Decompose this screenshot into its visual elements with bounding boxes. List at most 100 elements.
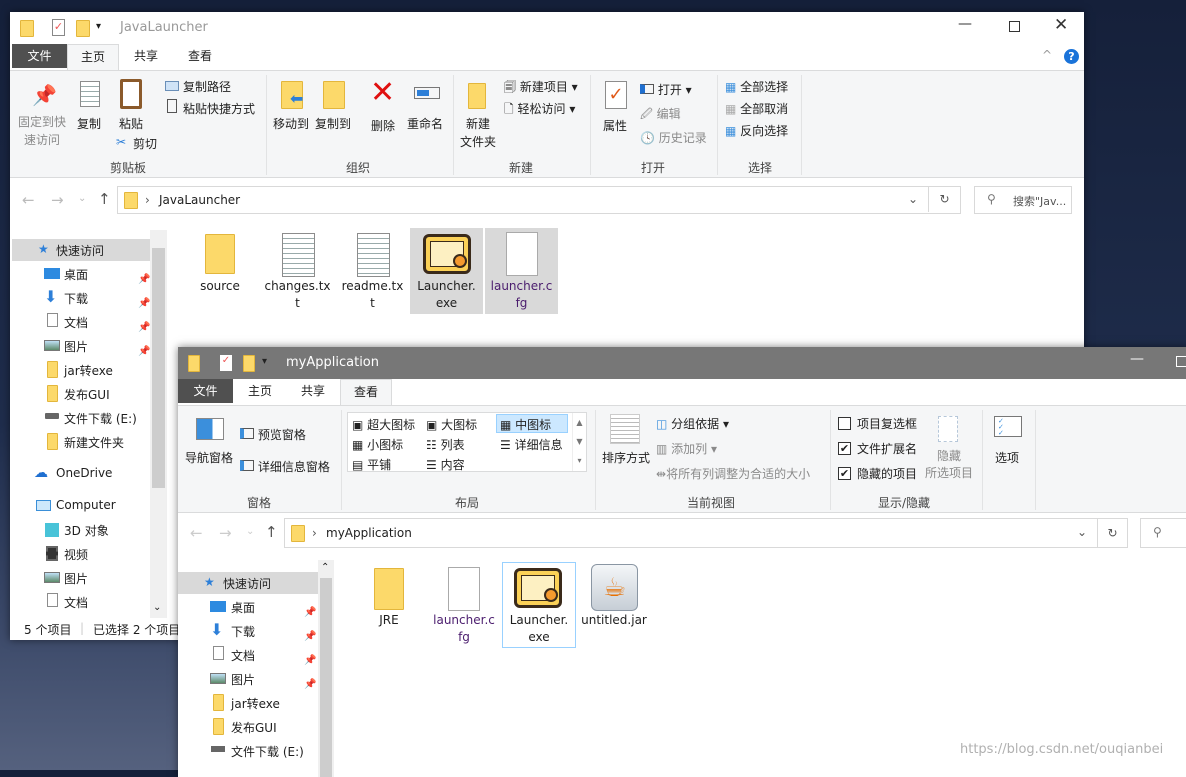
layout-details[interactable]: ☰ 详细信息 [500, 436, 563, 453]
new-folder-quick-icon[interactable] [76, 20, 90, 37]
gallery-scroll[interactable]: ▲ ▼ ▾ [572, 413, 586, 471]
up-button[interactable]: ↑ [265, 523, 278, 541]
sidebar-item-quick-access[interactable]: 快速访问 [56, 242, 104, 259]
file-item-launcher-cfg[interactable]: launcher.c fg [427, 612, 501, 646]
minimize-button[interactable]: — [958, 16, 972, 32]
collapse-ribbon-icon[interactable]: ^ [1042, 48, 1052, 62]
item-checkboxes-checkbox[interactable] [838, 417, 851, 430]
address-bar[interactable]: › myApplication ⌄ ↻ [284, 518, 1128, 548]
move-to-button[interactable]: 移动到 [273, 115, 309, 132]
layout-large-icons[interactable]: ▣ 大图标 [426, 416, 477, 433]
file-item-source[interactable]: source [185, 278, 255, 295]
customize-toolbar-icon[interactable]: ▾ [262, 356, 267, 367]
copy-to-button[interactable]: 复制到 [315, 115, 351, 132]
cut-button[interactable]: 剪切 [133, 135, 157, 152]
address-dropdown-icon[interactable]: ⌄ [1077, 525, 1087, 539]
file-extensions-label[interactable]: 文件扩展名 [857, 440, 917, 457]
sidebar-item-pictures[interactable]: 图片 [64, 338, 88, 355]
sidebar-item-quick-access[interactable]: 快速访问 [223, 575, 271, 592]
sort-by-button[interactable]: 排序方式 [602, 449, 650, 466]
file-item-jre[interactable]: JRE [352, 612, 426, 629]
file-item-launcher-exe[interactable]: Launcher. exe [410, 278, 483, 312]
customize-toolbar-icon[interactable]: ▾ [96, 21, 101, 32]
nav-scrollbar[interactable]: ⌃ [318, 560, 334, 777]
add-columns-button[interactable]: ▥ 添加列 ▾ [656, 440, 717, 457]
sidebar-item-publish-gui[interactable]: 发布GUI [231, 719, 277, 736]
file-item-untitled-jar[interactable]: untitled.jar [577, 612, 651, 629]
file-item-launcher-cfg[interactable]: launcher.c fg [485, 278, 558, 312]
properties-quick-icon[interactable]: ✓ [220, 355, 232, 371]
tab-file[interactable]: 文件 [178, 379, 233, 403]
sidebar-item-documents[interactable]: 文档 [231, 647, 255, 664]
maximize-button[interactable] [1176, 356, 1186, 367]
sidebar-item-3d-objects[interactable]: 3D 对象 [64, 522, 109, 539]
delete-button[interactable]: 删除 [371, 117, 395, 134]
address-dropdown-icon[interactable]: ⌄ [908, 192, 918, 206]
preview-pane-button[interactable]: 预览窗格 [240, 426, 306, 443]
easy-access-button[interactable]: 🗋 轻松访问 ▾ [504, 100, 575, 121]
refresh-button[interactable]: ↻ [1097, 519, 1127, 547]
paste-button[interactable]: 粘贴 [119, 115, 143, 132]
sidebar-item-jar2exe[interactable]: jar转exe [64, 362, 113, 379]
address-bar[interactable]: › JavaLauncher ⌄ ↻ [117, 186, 961, 214]
back-button[interactable]: ← [22, 191, 35, 209]
sidebar-item-jar2exe[interactable]: jar转exe [231, 695, 280, 712]
layout-tiles[interactable]: ▤ 平铺 [352, 456, 391, 473]
sidebar-item-computer[interactable]: Computer [56, 498, 116, 512]
tab-share[interactable]: 共享 [293, 379, 333, 403]
copy-button[interactable]: 复制 [77, 115, 101, 132]
scrollbar-thumb[interactable] [320, 578, 332, 777]
tab-home[interactable]: 主页 [240, 379, 280, 403]
navigation-pane-button[interactable]: 导航窗格 [185, 449, 233, 466]
pin-quick-access-button[interactable]: 固定到快 速访问 [18, 113, 66, 149]
new-item-button[interactable]: 🗐 新建项目 ▾ [504, 78, 578, 99]
sidebar-item-desktop[interactable]: 桌面 [231, 599, 255, 616]
search-box[interactable]: ⚲ [1140, 518, 1186, 548]
file-item-launcher-exe[interactable]: Launcher. exe [502, 612, 576, 646]
sidebar-item-downloads[interactable]: 下载 [231, 623, 255, 640]
forward-button[interactable]: → [51, 191, 64, 209]
sidebar-item-pictures[interactable]: 图片 [231, 671, 255, 688]
hidden-items-checkbox[interactable]: ✔ [838, 467, 851, 480]
sidebar-item-publish-gui[interactable]: 发布GUI [64, 386, 110, 403]
select-all-button[interactable]: ▦ 全部选择 [725, 78, 788, 95]
properties-quick-icon[interactable]: ✓ [52, 19, 65, 36]
layout-extra-large-icons[interactable]: ▣ 超大图标 [352, 416, 415, 433]
tab-home[interactable]: 主页 [67, 44, 119, 70]
copy-path-button[interactable]: 复制路径 [183, 78, 231, 95]
sidebar-item-onedrive[interactable]: OneDrive [56, 466, 112, 480]
nav-scrollbar[interactable]: ⌄ [150, 230, 167, 618]
paste-shortcut-button[interactable]: 粘贴快捷方式 [183, 100, 255, 117]
layout-content[interactable]: ☰ 内容 [426, 456, 465, 473]
properties-button[interactable]: 属性 [603, 117, 627, 134]
back-button[interactable]: ← [190, 524, 203, 542]
breadcrumb-javalauncher[interactable]: JavaLauncher [159, 193, 240, 207]
sidebar-item-pictures-2[interactable]: 图片 [64, 570, 88, 587]
file-item-readme-txt[interactable]: readme.tx t [335, 278, 410, 312]
sidebar-item-new-folder[interactable]: 新建文件夹 [64, 434, 124, 451]
maximize-button[interactable] [1009, 21, 1020, 32]
minimize-button[interactable]: — [1130, 351, 1144, 367]
layout-medium-icons[interactable]: ▦ 中图标 [500, 416, 551, 433]
tab-view[interactable]: 查看 [180, 44, 220, 68]
rename-button[interactable]: 重命名 [407, 115, 443, 132]
sidebar-item-documents-2[interactable]: 文档 [64, 594, 88, 611]
help-icon[interactable]: ? [1064, 49, 1079, 64]
recent-locations-button[interactable]: ⌄ [246, 526, 254, 537]
edit-button[interactable]: 🖉 编辑 [640, 105, 681, 126]
up-button[interactable]: ↑ [98, 190, 111, 208]
sidebar-item-videos[interactable]: 视频 [64, 546, 88, 563]
layout-list[interactable]: ☷ 列表 [426, 436, 465, 453]
file-item-changes-txt[interactable]: changes.tx t [260, 278, 335, 312]
refresh-button[interactable]: ↻ [928, 186, 960, 212]
open-button[interactable]: 打开 ▾ [640, 81, 692, 98]
new-folder-button[interactable]: 新建 文件夹 [460, 115, 496, 151]
sidebar-item-drive-e[interactable]: 文件下载 (E:) [231, 743, 304, 760]
hidden-items-label[interactable]: 隐藏的项目 [857, 465, 917, 482]
recent-locations-button[interactable]: ⌄ [78, 193, 86, 204]
details-pane-button[interactable]: 详细信息窗格 [240, 458, 330, 475]
sidebar-item-documents[interactable]: 文档 [64, 314, 88, 331]
size-all-columns-button[interactable]: ⇹将所有列调整为合适的大小 [656, 465, 810, 482]
sidebar-item-drive-e[interactable]: 文件下载 (E:) [64, 410, 137, 427]
close-button[interactable]: ✕ [1054, 15, 1068, 35]
